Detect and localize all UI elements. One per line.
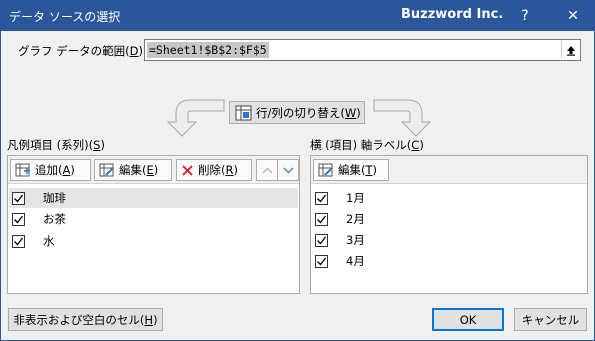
category-label-suffix: ) bbox=[419, 138, 424, 152]
move-down-button[interactable] bbox=[277, 159, 299, 181]
category-checkbox[interactable] bbox=[315, 212, 328, 226]
series-name: 珈琲 bbox=[43, 191, 66, 205]
help-icon: ? bbox=[521, 7, 529, 24]
series-label-suffix: ) bbox=[100, 138, 105, 152]
series-checkbox[interactable] bbox=[12, 212, 25, 226]
checkmark-icon bbox=[317, 215, 327, 223]
category-checkbox[interactable] bbox=[315, 254, 328, 268]
range-label: グラフ データの範囲(D): bbox=[18, 43, 147, 59]
series-toolbar: 追加(A) 編集(E) 削除(R) bbox=[8, 156, 299, 184]
category-row[interactable]: 1月 bbox=[312, 188, 586, 208]
category-row[interactable]: 3月 bbox=[312, 230, 586, 250]
edit-category-button[interactable]: 編集(T) bbox=[313, 159, 389, 181]
hidden-empty-cells-button[interactable]: 非表示および空白のセル(H) bbox=[8, 308, 163, 331]
category-section-label: 横 (項目) 軸ラベル(C) bbox=[310, 137, 424, 153]
hidden-empty-cells-label: 非表示および空白のセル(H) bbox=[13, 312, 157, 328]
switch-label-suffix: ) bbox=[356, 105, 361, 120]
add-label-suffix: ) bbox=[70, 163, 75, 177]
edit-icon bbox=[99, 163, 114, 176]
title-bar: データ ソースの選択 Buzzword Inc. ? ✕ bbox=[0, 0, 595, 31]
category-label-prefix: 横 (項目) 軸ラベル( bbox=[310, 138, 412, 152]
category-panel: 編集(T) 1月 2月 3月 4月 bbox=[310, 155, 588, 294]
series-checkbox[interactable] bbox=[12, 234, 25, 248]
checkmark-icon bbox=[317, 236, 327, 244]
app-name: Buzzword Inc. bbox=[401, 7, 504, 22]
category-name: 4月 bbox=[346, 254, 365, 268]
checkmark-icon bbox=[317, 257, 327, 265]
remove-label-suffix: ) bbox=[233, 163, 239, 177]
series-checkbox[interactable] bbox=[12, 191, 25, 205]
series-section-label: 凡例項目 (系列)(S) bbox=[7, 137, 105, 153]
arrow-to-series-icon bbox=[166, 99, 225, 137]
category-row[interactable]: 2月 bbox=[312, 209, 586, 229]
category-name: 1月 bbox=[346, 191, 365, 205]
category-name: 3月 bbox=[346, 233, 365, 247]
hidden-cells-suffix: ) bbox=[153, 312, 158, 327]
switch-label-prefix: 行/列の切り替え( bbox=[256, 105, 345, 120]
close-button[interactable]: ✕ bbox=[553, 0, 593, 31]
series-name: 水 bbox=[43, 234, 55, 248]
edit-series-label-prefix: 編集( bbox=[119, 163, 147, 177]
range-input[interactable]: =Sheet1!$B$2:$F$5 bbox=[144, 39, 581, 61]
range-label-key: D bbox=[129, 44, 139, 58]
move-up-button[interactable] bbox=[256, 159, 278, 181]
ok-button[interactable]: OK bbox=[432, 308, 504, 331]
edit-icon bbox=[318, 163, 333, 176]
edit-series-label-key: E bbox=[146, 163, 154, 177]
checkmark-icon bbox=[14, 215, 24, 223]
series-row[interactable]: 水 bbox=[9, 231, 298, 251]
category-name: 2月 bbox=[346, 212, 365, 226]
switch-row-column-label: 行/列の切り替え(W) bbox=[256, 105, 361, 121]
collapse-dialog-icon bbox=[566, 45, 575, 56]
remove-x-icon bbox=[182, 164, 193, 176]
remove-series-button[interactable]: 削除(R) bbox=[176, 159, 252, 181]
remove-series-label: 削除(R) bbox=[198, 162, 238, 178]
edit-category-label-suffix: ) bbox=[372, 163, 378, 177]
category-checkbox[interactable] bbox=[315, 191, 328, 205]
chevron-down-icon bbox=[283, 167, 293, 173]
arrow-to-category-icon bbox=[373, 99, 432, 137]
checkmark-icon bbox=[317, 194, 327, 202]
hidden-cells-key: H bbox=[144, 312, 154, 327]
help-button[interactable]: ? bbox=[505, 0, 545, 31]
remove-label-prefix: 削除( bbox=[198, 163, 226, 177]
checkmark-icon bbox=[14, 194, 24, 202]
cancel-button[interactable]: キャンセル bbox=[514, 308, 587, 331]
add-label-prefix: 追加( bbox=[35, 163, 63, 177]
switch-row-column-button[interactable]: 行/列の切り替え(W) bbox=[229, 101, 365, 124]
range-value[interactable]: =Sheet1!$B$2:$F$5 bbox=[147, 42, 269, 58]
switch-label-key: W bbox=[344, 105, 357, 120]
add-series-icon bbox=[15, 163, 30, 176]
switch-row-column-icon bbox=[235, 105, 252, 120]
series-row[interactable]: お茶 bbox=[9, 209, 298, 229]
ok-label: OK bbox=[459, 312, 477, 327]
edit-series-label: 編集(E) bbox=[119, 162, 158, 178]
series-label-prefix: 凡例項目 (系列)( bbox=[7, 138, 94, 152]
add-series-label: 追加(A) bbox=[35, 162, 75, 178]
category-checkbox[interactable] bbox=[315, 233, 328, 247]
window-title: データ ソースの選択 bbox=[9, 10, 121, 24]
category-row[interactable]: 4月 bbox=[312, 251, 586, 271]
edit-series-label-suffix: ) bbox=[153, 163, 159, 177]
edit-category-label: 編集(T) bbox=[338, 162, 377, 178]
checkmark-icon bbox=[14, 237, 24, 245]
category-toolbar: 編集(T) bbox=[311, 156, 587, 184]
close-icon: ✕ bbox=[567, 7, 579, 24]
collapse-dialog-button[interactable] bbox=[561, 41, 579, 59]
edit-category-label-key: T bbox=[365, 163, 373, 177]
series-panel: 追加(A) 編集(E) 削除(R) 珈琲 お茶 水 bbox=[7, 155, 300, 294]
series-name: お茶 bbox=[43, 212, 66, 226]
cancel-label: キャンセル bbox=[521, 312, 580, 327]
add-series-button[interactable]: 追加(A) bbox=[10, 159, 91, 181]
remove-label-key: R bbox=[225, 163, 234, 177]
edit-category-label-prefix: 編集( bbox=[338, 163, 366, 177]
hidden-cells-prefix: 非表示および空白のセル( bbox=[13, 312, 145, 327]
range-label-prefix: グラフ データの範囲( bbox=[18, 44, 130, 58]
chevron-up-icon bbox=[262, 167, 272, 173]
edit-series-button[interactable]: 編集(E) bbox=[94, 159, 172, 181]
series-row[interactable]: 珈琲 bbox=[9, 188, 298, 208]
